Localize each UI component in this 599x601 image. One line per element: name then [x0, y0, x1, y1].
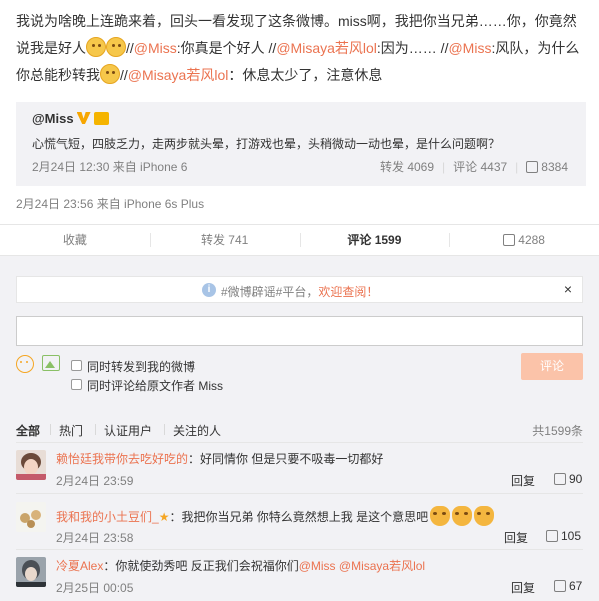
comment-filter-bar: 全部 热门 认证用户 关注的人 共1599条 — [16, 422, 583, 438]
action-bar: 收藏 转发 741 评论 1599 4288 — [0, 224, 599, 256]
comment-user[interactable]: 赖怡廷我带你去吃好吃的 — [56, 452, 188, 466]
cat-emoji-icon — [474, 506, 495, 526]
sly-emoji-icon — [106, 37, 126, 57]
mention-miss[interactable]: @Miss — [299, 559, 336, 573]
comment-time: 2月24日 23:59 — [56, 474, 134, 488]
smile-emoji-icon — [100, 64, 120, 84]
comment-like-button[interactable]: 67 — [554, 579, 582, 593]
repost-author: @Miss — [32, 111, 109, 126]
filter-hot[interactable]: 热门 — [59, 422, 83, 439]
repost-comment-count[interactable]: 评论 4437 — [453, 160, 507, 174]
reply-button[interactable]: 回复 — [511, 472, 535, 489]
also-comment-checkbox[interactable] — [71, 379, 82, 390]
comment-area: i #微博辟谣#平台，欢迎查阅！ × 同时转发到我的微博 同时评论给原文作者 M… — [0, 256, 599, 601]
emoji-picker-icon[interactable] — [16, 355, 34, 373]
notice-text: #微博辟谣#平台， — [221, 285, 319, 299]
avatar[interactable] — [16, 450, 46, 480]
mention-misaya[interactable]: @Misaya若风lol — [128, 67, 229, 83]
rumor-notice: i #微博辟谣#平台，欢迎查阅！ × — [16, 276, 583, 303]
also-repost-checkbox[interactable] — [71, 360, 82, 371]
avatar[interactable] — [16, 557, 46, 587]
mention-misaya[interactable]: @Misaya若风lol — [276, 40, 377, 56]
post-meta: 2月24日 23:56 来自 iPhone 6s Plus — [16, 197, 205, 211]
repost-author-link[interactable]: @Miss — [32, 111, 74, 126]
comment-time: 2月25日 00:05 — [56, 581, 134, 595]
comment-button[interactable]: 评论 1599 — [299, 225, 450, 255]
comment-item: 赖怡廷我带你去吃好吃的：好同情你 但是只要不吸毒一切都好 2月24日 23:59… — [16, 450, 583, 490]
repost-button[interactable]: 转发 741 — [149, 225, 300, 255]
comment-time: 2月24日 23:58 — [56, 531, 134, 545]
repost-text: 心慌气短，四肢乏力，走两步就头晕，打游戏也晕，头稍微动一动也晕，是什么问题啊？ — [32, 137, 501, 151]
member-crown-icon — [93, 112, 109, 125]
thumbs-up-icon — [554, 580, 566, 592]
star-badge-icon: ★ — [158, 510, 170, 524]
submit-comment-button[interactable]: 评论 — [521, 353, 583, 380]
mention-misaya[interactable]: @Misaya若风lol — [339, 559, 425, 573]
mention-miss[interactable]: @Miss — [134, 40, 177, 56]
like-button[interactable]: 4288 — [449, 225, 599, 255]
collect-button[interactable]: 收藏 — [0, 225, 150, 255]
thumbs-up-icon — [546, 530, 558, 542]
comment-like-button[interactable]: 105 — [546, 529, 581, 543]
repost-meta: 2月24日 12:30 来自 iPhone 6 — [32, 160, 188, 174]
thumbs-up-icon — [526, 161, 539, 173]
info-icon: i — [202, 283, 216, 297]
divider — [16, 442, 583, 443]
comment-item: 冷夏Alex：你就使劲秀吧 反正我们会祝福你们@Miss @Misaya若风lo… — [16, 557, 583, 597]
divider — [16, 493, 583, 494]
filter-verified[interactable]: 认证用户 — [104, 422, 152, 439]
filter-all[interactable]: 全部 — [16, 422, 40, 439]
post-text: 我说为啥晚上连跪来着，回头一看发现了这条微博。miss啊，我把你当兄弟……你，你… — [16, 13, 580, 84]
grin-emoji-icon — [86, 37, 106, 57]
filter-following[interactable]: 关注的人 — [173, 422, 221, 439]
comment-input[interactable] — [16, 316, 583, 346]
comment-text: ：好同情你 但是只要不吸毒一切都好 — [188, 452, 384, 466]
comment-like-button[interactable]: 90 — [554, 472, 582, 486]
reply-button[interactable]: 回复 — [504, 529, 528, 546]
mention-miss[interactable]: @Miss — [448, 40, 491, 56]
image-upload-icon[interactable] — [42, 355, 60, 371]
comment-item: 我和我的小土豆们_★：我把你当兄弟 你特么竟然想上我 是这个意思吧 2月24日 … — [16, 502, 583, 546]
comment-user[interactable]: 冷夏Alex — [56, 559, 103, 573]
thumbs-up-icon — [554, 473, 566, 485]
verified-v-icon — [76, 112, 91, 124]
thumbs-up-icon — [503, 234, 516, 246]
also-comment-label: 同时评论给原文作者 Miss — [87, 379, 223, 393]
also-repost-label: 同时转发到我的微博 — [87, 360, 196, 374]
avatar[interactable] — [16, 502, 46, 532]
comment-text: ：你就使劲秀吧 反正我们会祝福你们 — [103, 559, 299, 573]
comment-user[interactable]: 我和我的小土豆们_ — [56, 510, 159, 524]
reposted-original: @Miss 心慌气短，四肢乏力，走两步就头晕，打游戏也晕，头稍微动一动也晕，是什… — [16, 102, 586, 186]
repost-like-count[interactable]: 8384 — [541, 160, 568, 174]
divider — [16, 549, 583, 550]
close-icon[interactable]: × — [564, 281, 572, 297]
notice-link[interactable]: 欢迎查阅！ — [318, 285, 378, 299]
cat-emoji-icon — [430, 506, 451, 526]
repost-stats: 转发 4069 | 评论 4437 | 8384 — [379, 160, 568, 174]
comment-total: 共1599条 — [532, 424, 583, 438]
comment-text: ：我把你当兄弟 你特么竟然想上我 是这个意思吧 — [169, 510, 429, 524]
repost-repost-count[interactable]: 转发 4069 — [380, 160, 434, 174]
cat-emoji-icon — [452, 506, 473, 526]
reply-button[interactable]: 回复 — [511, 579, 535, 596]
